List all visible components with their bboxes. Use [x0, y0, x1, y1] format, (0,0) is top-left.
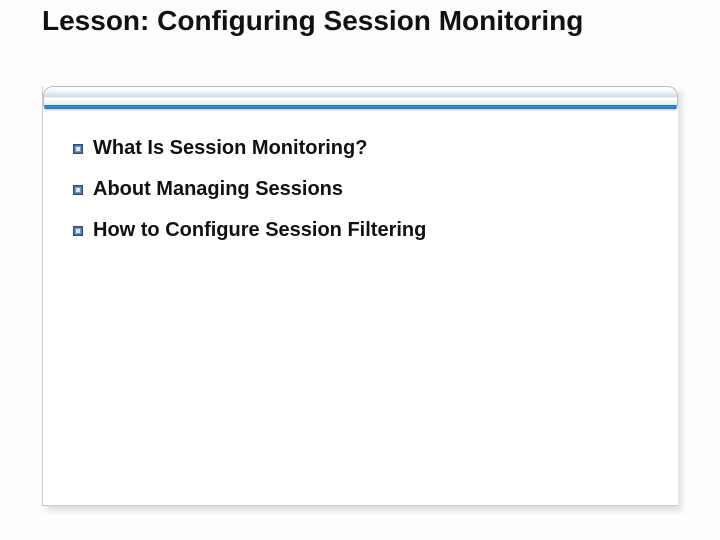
- bullet-icon: [73, 226, 83, 236]
- list-item-label: What Is Session Monitoring?: [93, 136, 367, 161]
- bullet-icon: [73, 185, 83, 195]
- panel-header-bar: [43, 86, 678, 106]
- panel-body: What Is Session Monitoring? About Managi…: [43, 106, 678, 269]
- list-item: How to Configure Session Filtering: [73, 218, 658, 243]
- bullet-icon: [73, 144, 83, 154]
- list-item: What Is Session Monitoring?: [73, 136, 658, 161]
- slide: Lesson: Configuring Session Monitoring W…: [0, 0, 720, 540]
- list-item-label: How to Configure Session Filtering: [93, 218, 426, 243]
- content-panel: What Is Session Monitoring? About Managi…: [42, 86, 678, 506]
- list-item-label: About Managing Sessions: [93, 177, 343, 202]
- slide-title: Lesson: Configuring Session Monitoring: [42, 6, 662, 37]
- list-item: About Managing Sessions: [73, 177, 658, 202]
